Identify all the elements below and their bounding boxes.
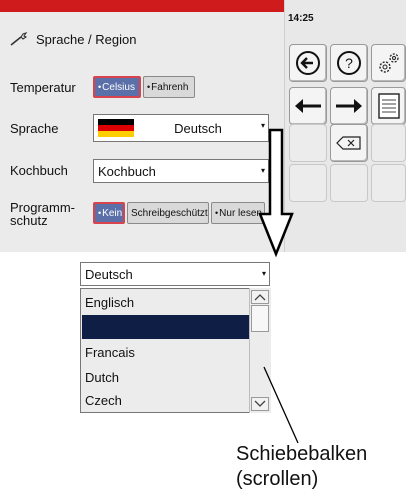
celsius-option[interactable]: • Celsius <box>93 76 141 98</box>
language-option[interactable]: Czech <box>82 388 250 412</box>
svg-text:?: ? <box>345 55 353 71</box>
protection-none-option[interactable]: • Kein <box>93 202 125 224</box>
top-red-bar <box>0 0 284 12</box>
keypad-empty-button <box>330 164 368 202</box>
radio-dot-icon: • <box>215 208 219 218</box>
language-dropdown-value: Deutsch <box>85 266 133 282</box>
protection-write-protected-label: Schreibgeschützt <box>131 207 208 219</box>
arrow-left-icon <box>295 99 321 113</box>
program-protection-label-line2: schutz <box>10 213 48 228</box>
keypad-empty-button <box>371 164 406 202</box>
fahrenheit-label: Fahrenh <box>151 81 189 93</box>
language-option[interactable]: Dutch <box>82 365 250 389</box>
language-value: Deutsch <box>174 121 222 136</box>
chevron-up-icon <box>254 294 266 301</box>
back-circle-icon <box>296 51 320 75</box>
system-settings-button[interactable] <box>371 44 406 82</box>
help-button[interactable]: ? <box>330 44 368 82</box>
callout-line <box>263 366 299 444</box>
previous-button[interactable] <box>289 87 327 125</box>
scroll-thumb[interactable] <box>251 305 269 332</box>
language-option-selected[interactable]: Deutsch <box>82 315 250 339</box>
language-dropdown-list: Englisch Deutsch Francais Dutch Czech <box>80 288 271 413</box>
language-dropdown-field[interactable]: Deutsch ▾ <box>80 262 270 286</box>
cookbook-value: Kochbuch <box>98 163 156 179</box>
panel-header: Sprache / Region <box>10 28 136 50</box>
language-option[interactable]: Francais <box>82 340 250 364</box>
celsius-label: Celsius <box>102 81 135 93</box>
document-icon <box>377 93 400 119</box>
document-button[interactable] <box>371 87 406 125</box>
language-label: Sprache <box>10 121 59 136</box>
radio-dot-icon: • <box>98 208 102 218</box>
protection-write-protected-option[interactable]: Schreibgeschützt <box>127 202 209 224</box>
help-icon: ? <box>337 51 361 75</box>
radio-dot-icon: • <box>147 82 151 92</box>
fahrenheit-option[interactable]: • Fahrenh <box>143 76 195 98</box>
pointer-arrow-icon <box>258 128 294 258</box>
arrow-right-icon <box>336 99 362 113</box>
language-option[interactable]: Englisch <box>82 290 250 314</box>
cookbook-select[interactable]: Kochbuch ▾ <box>93 159 269 183</box>
dropdown-arrow-icon: ▾ <box>261 269 266 278</box>
program-protection-label: Programm- schutz <box>10 201 75 227</box>
clock: 14:25 <box>288 13 314 24</box>
settings-gears-icon <box>378 53 399 73</box>
callout-line2: (scrollen) <box>236 468 319 490</box>
radio-dot-icon: • <box>98 82 102 92</box>
protection-none-label: Kein <box>102 207 123 219</box>
panel-title: Sprache / Region <box>36 31 137 47</box>
scrollbar-callout: Schiebebalken (scrollen) <box>236 442 367 492</box>
backspace-button[interactable] <box>330 124 368 162</box>
language-select[interactable]: Deutsch ▾ <box>93 114 269 142</box>
temperature-label: Temperatur <box>10 80 76 95</box>
backspace-icon <box>336 136 361 150</box>
callout-line1: Schiebebalken <box>236 443 368 465</box>
cookbook-label: Kochbuch <box>10 163 68 178</box>
next-button[interactable] <box>330 87 368 125</box>
scroll-up-button[interactable] <box>251 290 269 304</box>
back-button[interactable] <box>289 44 327 82</box>
german-flag-icon <box>98 119 134 137</box>
wrench-icon <box>10 32 28 46</box>
keypad-empty-button <box>371 124 406 162</box>
